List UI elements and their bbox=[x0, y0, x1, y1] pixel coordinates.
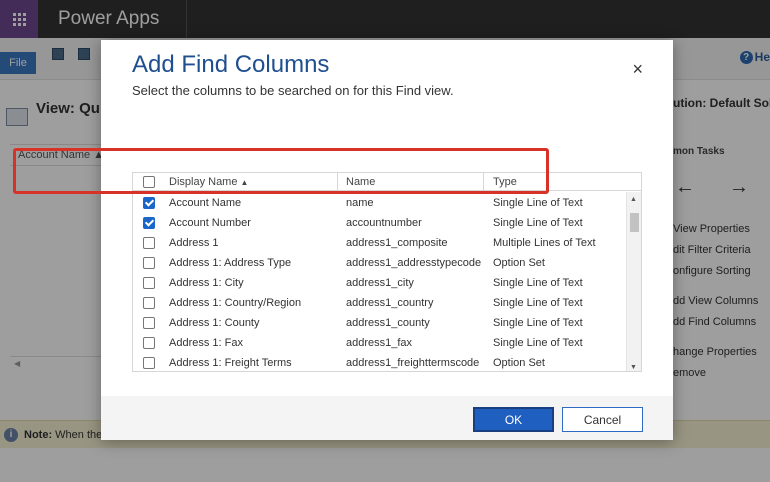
type-cell: Option Set bbox=[493, 357, 545, 369]
table-row[interactable]: Account Name name Single Line of Text bbox=[133, 193, 627, 213]
display-name-cell: Address 1: Fax bbox=[169, 337, 243, 349]
close-icon[interactable]: × bbox=[632, 60, 643, 78]
display-name-cell: Account Name bbox=[169, 197, 242, 209]
display-name-cell: Address 1: Address Type bbox=[169, 257, 292, 269]
type-cell: Single Line of Text bbox=[493, 197, 583, 209]
table-row[interactable]: Address 1 address1_composite Multiple Line… bbox=[133, 233, 627, 253]
row-checkbox[interactable] bbox=[143, 197, 155, 209]
table-row[interactable]: Account Number accountnumber Single Line o… bbox=[133, 213, 627, 233]
scroll-up-icon[interactable]: ▲ bbox=[630, 196, 637, 203]
table-row[interactable]: Address 1: City address1_city Single Line … bbox=[133, 273, 627, 293]
name-cell: address1_county bbox=[346, 317, 430, 329]
table-row[interactable]: Address 1: Fax address1_fax Single Line of… bbox=[133, 333, 627, 353]
name-cell: accountnumber bbox=[346, 217, 422, 229]
add-find-columns-dialog: Add Find Columns Select the columns to b… bbox=[101, 40, 673, 440]
cancel-button[interactable]: Cancel bbox=[562, 407, 643, 432]
row-checkbox[interactable] bbox=[143, 277, 155, 289]
row-checkbox[interactable] bbox=[143, 217, 155, 229]
display-name-cell: Address 1: City bbox=[169, 277, 244, 289]
table-row[interactable]: Address 1: Country/Region address1_countr… bbox=[133, 293, 627, 313]
name-cell: name bbox=[346, 197, 374, 209]
type-cell: Multiple Lines of Text bbox=[493, 237, 596, 249]
table-row[interactable]: Address 1: Freight Terms address1_freight… bbox=[133, 353, 627, 371]
row-checkbox[interactable] bbox=[143, 357, 155, 369]
type-cell: Single Line of Text bbox=[493, 317, 583, 329]
column-divider bbox=[337, 173, 338, 191]
row-checkbox[interactable] bbox=[143, 257, 155, 269]
type-cell: Single Line of Text bbox=[493, 217, 583, 229]
row-checkbox[interactable] bbox=[143, 237, 155, 249]
name-cell: address1_addresstypecode bbox=[346, 257, 482, 269]
column-divider bbox=[483, 173, 484, 191]
table-row[interactable]: Address 1: Address Type address1_addresst… bbox=[133, 253, 627, 273]
column-header-display-name[interactable]: Display Name ▲ bbox=[169, 176, 248, 188]
display-name-cell: Account Number bbox=[169, 217, 251, 229]
display-name-cell: Address 1 bbox=[169, 237, 219, 249]
type-cell: Option Set bbox=[493, 257, 545, 269]
name-cell: address1_country bbox=[346, 297, 434, 309]
row-checkbox[interactable] bbox=[143, 337, 155, 349]
table-scrollbar[interactable]: ▲ ▼ bbox=[626, 192, 641, 371]
name-cell: address1_freighttermscode bbox=[346, 357, 480, 369]
sort-ascending-icon: ▲ bbox=[240, 178, 249, 187]
display-name-cell: Address 1: Country/Region bbox=[169, 297, 302, 309]
table-row[interactable]: Address 1: County address1_county Single L… bbox=[133, 313, 627, 333]
row-checkbox[interactable] bbox=[143, 317, 155, 329]
column-header-type[interactable]: Type bbox=[493, 176, 517, 188]
dialog-title: Add Find Columns bbox=[132, 51, 330, 78]
scroll-down-icon[interactable]: ▼ bbox=[630, 364, 637, 371]
name-cell: address1_fax bbox=[346, 337, 413, 349]
display-name-cell: Address 1: County bbox=[169, 317, 260, 329]
select-all-checkbox[interactable] bbox=[143, 176, 155, 188]
columns-table: Display Name ▲ Name Type Account Name name… bbox=[132, 172, 642, 372]
ok-button[interactable]: OK bbox=[473, 407, 554, 432]
row-checkbox[interactable] bbox=[143, 297, 155, 309]
scroll-thumb[interactable] bbox=[630, 213, 639, 232]
name-cell: address1_city bbox=[346, 277, 414, 289]
name-cell: address1_composite bbox=[346, 237, 448, 249]
dialog-subtitle: Select the columns to be searched on for… bbox=[132, 83, 454, 98]
display-name-cell: Address 1: Freight Terms bbox=[169, 357, 292, 369]
column-header-name[interactable]: Name bbox=[346, 176, 375, 188]
table-header: Display Name ▲ Name Type bbox=[133, 173, 641, 191]
type-cell: Single Line of Text bbox=[493, 337, 583, 349]
dialog-footer: OK Cancel bbox=[101, 396, 673, 440]
type-cell: Single Line of Text bbox=[493, 297, 583, 309]
type-cell: Single Line of Text bbox=[493, 277, 583, 289]
display-name-label: Display Name bbox=[169, 176, 238, 188]
